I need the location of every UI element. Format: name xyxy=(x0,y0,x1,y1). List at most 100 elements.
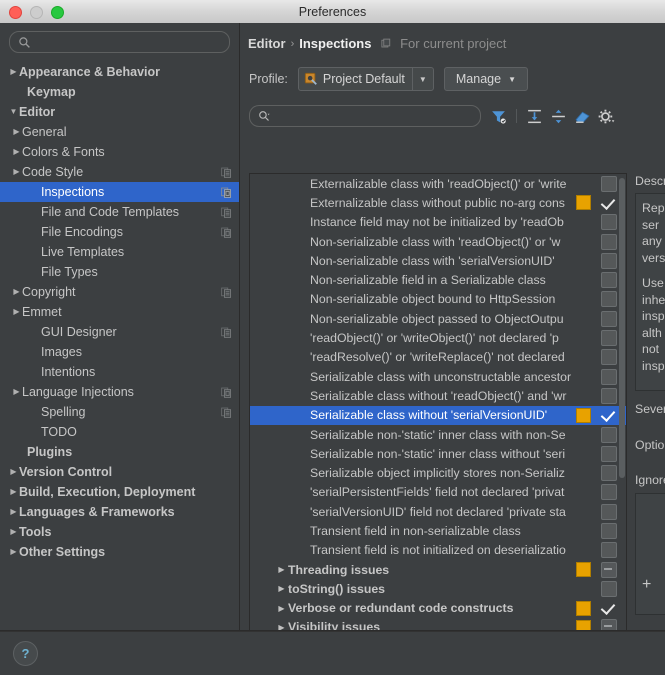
chevron-right-icon[interactable]: ▶ xyxy=(11,282,22,302)
inspection-row[interactable]: Non-serializable class with 'serialVersi… xyxy=(250,251,626,270)
close-window-button[interactable] xyxy=(9,6,22,19)
sidebar-item-inspections[interactable]: Inspections xyxy=(0,182,239,202)
sidebar-item-appearance-behavior[interactable]: ▶ Appearance & Behavior xyxy=(0,62,239,82)
severity-swatch[interactable] xyxy=(576,562,591,578)
inspections-list[interactable]: Externalizable class with 'readObject()'… xyxy=(249,173,627,631)
inspection-row[interactable]: 'serialPersistentFields' field not decla… xyxy=(250,483,626,502)
chevron-down-icon[interactable]: ▼ xyxy=(8,102,19,122)
inspection-row[interactable]: Externalizable class without public no-a… xyxy=(250,193,626,212)
chevron-right-icon[interactable]: ▶ xyxy=(8,482,19,502)
chevron-right-icon[interactable]: ▶ xyxy=(11,142,22,162)
sidebar-item-images[interactable]: Images xyxy=(0,342,239,362)
inspection-checkbox[interactable] xyxy=(601,561,617,578)
sidebar-item-emmet[interactable]: ▶ Emmet xyxy=(0,302,239,322)
inspection-checkbox[interactable] xyxy=(601,484,617,501)
sidebar-item-tools[interactable]: ▶ Tools xyxy=(0,522,239,542)
sidebar-item-file-encodings[interactable]: File Encodings xyxy=(0,222,239,242)
inspection-checkbox[interactable] xyxy=(601,214,617,231)
sidebar-item-intentions[interactable]: Intentions xyxy=(0,362,239,382)
sidebar-item-todo[interactable]: TODO xyxy=(0,422,239,442)
sidebar-item-colors-fonts[interactable]: ▶ Colors & Fonts xyxy=(0,142,239,162)
inspection-checkbox[interactable] xyxy=(601,272,617,289)
inspection-group-row[interactable]: ▶ Threading issues xyxy=(250,560,626,579)
inspection-checkbox[interactable] xyxy=(601,426,617,443)
inspection-checkbox[interactable] xyxy=(603,196,617,210)
inspection-checkbox[interactable] xyxy=(601,387,617,404)
inspection-row[interactable]: Non-serializable field in a Serializable… xyxy=(250,270,626,289)
breadcrumb-parent[interactable]: Editor xyxy=(248,36,286,51)
chevron-right-icon[interactable]: ▶ xyxy=(11,382,22,402)
sidebar-item-plugins[interactable]: Plugins xyxy=(0,442,239,462)
inspection-row[interactable]: Serializable object implicitly stores no… xyxy=(250,463,626,482)
inspection-checkbox[interactable] xyxy=(601,580,617,597)
severity-swatch[interactable] xyxy=(576,195,591,211)
inspection-row[interactable]: Serializable non-'static' inner class wi… xyxy=(250,425,626,444)
inspection-checkbox[interactable] xyxy=(601,542,617,559)
zoom-window-button[interactable] xyxy=(51,6,64,19)
inspection-group-row[interactable]: ▶ Verbose or redundant code constructs xyxy=(250,599,626,618)
inspection-row[interactable]: Non-serializable object passed to Object… xyxy=(250,309,626,328)
inspection-row[interactable]: Serializable class without 'readObject()… xyxy=(250,386,626,405)
inspection-checkbox[interactable] xyxy=(603,601,617,615)
sidebar-item-language-injections[interactable]: ▶ Language Injections xyxy=(0,382,239,402)
severity-swatch[interactable] xyxy=(576,600,591,616)
profile-combobox-caret[interactable]: ▼ xyxy=(411,68,433,90)
chevron-right-icon[interactable]: ▶ xyxy=(8,522,19,542)
sidebar-item-languages-frameworks[interactable]: ▶ Languages & Frameworks xyxy=(0,502,239,522)
filter-icon[interactable] xyxy=(490,108,507,125)
chevron-right-icon[interactable]: ▶ xyxy=(11,162,22,182)
add-button[interactable]: + xyxy=(642,576,651,594)
collapse-all-icon[interactable] xyxy=(550,108,567,125)
help-button[interactable]: ? xyxy=(13,641,38,666)
sidebar-search-input[interactable] xyxy=(31,35,221,49)
inspection-checkbox[interactable] xyxy=(601,310,617,327)
inspection-checkbox[interactable] xyxy=(601,252,617,269)
inspection-checkbox[interactable] xyxy=(601,465,617,482)
inspection-row[interactable]: Serializable class without 'serialVersio… xyxy=(250,405,626,425)
inspection-checkbox[interactable] xyxy=(603,408,617,422)
sidebar-search-box[interactable] xyxy=(9,31,230,53)
inspection-search-input[interactable] xyxy=(270,109,472,123)
severity-swatch[interactable] xyxy=(576,407,591,423)
inspection-checkbox[interactable] xyxy=(601,503,617,520)
profile-combobox[interactable]: Project Default ▼ xyxy=(297,67,434,91)
sidebar-item-editor[interactable]: ▼ Editor xyxy=(0,102,239,122)
inspection-checkbox[interactable] xyxy=(601,368,617,385)
sidebar-item-file-types[interactable]: File Types xyxy=(0,262,239,282)
minimize-window-button[interactable] xyxy=(30,6,43,19)
chevron-right-icon[interactable]: ▶ xyxy=(275,565,288,574)
sidebar-item-other-settings[interactable]: ▶ Other Settings xyxy=(0,542,239,562)
inspection-checkbox[interactable] xyxy=(601,522,617,539)
inspection-row[interactable]: Transient field is not initialized on de… xyxy=(250,541,626,560)
inspection-row[interactable]: Serializable class with unconstructable … xyxy=(250,367,626,386)
inspection-checkbox[interactable] xyxy=(601,330,617,347)
inspection-checkbox[interactable] xyxy=(601,291,617,308)
inspection-checkbox[interactable] xyxy=(601,349,617,366)
scrollbar-thumb[interactable] xyxy=(619,178,625,478)
inspection-row[interactable]: 'readObject()' or 'writeObject()' not de… xyxy=(250,328,626,347)
inspection-row[interactable]: Externalizable class with 'readObject()'… xyxy=(250,174,626,193)
chevron-right-icon[interactable]: ▶ xyxy=(8,462,19,482)
sidebar-item-copyright[interactable]: ▶ Copyright xyxy=(0,282,239,302)
sidebar-item-file-and-code-templates[interactable]: File and Code Templates xyxy=(0,202,239,222)
inspection-checkbox[interactable] xyxy=(601,445,617,462)
reset-eraser-icon[interactable] xyxy=(574,108,591,125)
chevron-right-icon[interactable]: ▶ xyxy=(275,584,288,593)
inspection-group-row[interactable]: ▶ toString() issues xyxy=(250,579,626,598)
chevron-right-icon[interactable]: ▶ xyxy=(8,542,19,562)
inspections-scrollbar[interactable] xyxy=(618,174,626,631)
inspection-row[interactable]: Non-serializable class with 'readObject(… xyxy=(250,232,626,251)
ignore-list-box[interactable]: + xyxy=(635,493,665,615)
sidebar-item-spelling[interactable]: Spelling xyxy=(0,402,239,422)
inspection-checkbox[interactable] xyxy=(601,233,617,250)
chevron-right-icon[interactable]: ▶ xyxy=(8,502,19,522)
inspection-row[interactable]: Instance field may not be initialized by… xyxy=(250,213,626,232)
chevron-right-icon[interactable]: ▶ xyxy=(275,604,288,613)
sidebar-item-build-execution-deployment[interactable]: ▶ Build, Execution, Deployment xyxy=(0,482,239,502)
inspection-search-box[interactable] xyxy=(249,105,481,127)
expand-all-icon[interactable] xyxy=(526,108,543,125)
sidebar-item-version-control[interactable]: ▶ Version Control xyxy=(0,462,239,482)
sidebar-item-live-templates[interactable]: Live Templates xyxy=(0,242,239,262)
sidebar-item-gui-designer[interactable]: GUI Designer xyxy=(0,322,239,342)
chevron-right-icon[interactable]: ▶ xyxy=(11,302,22,322)
